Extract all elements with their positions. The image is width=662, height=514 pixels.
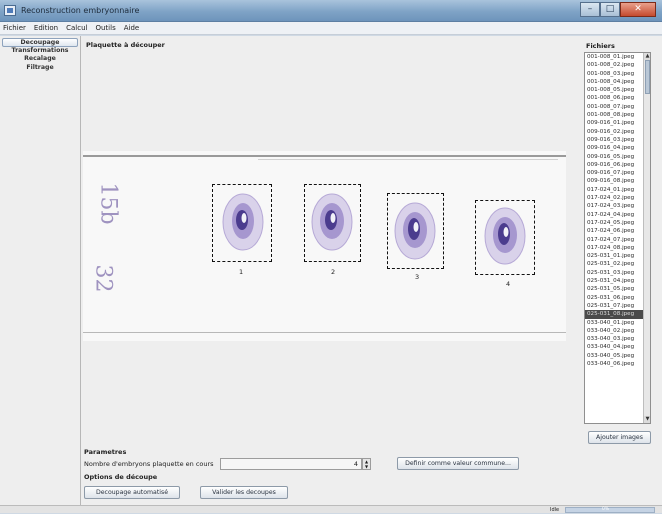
plate-bottom-edge: [83, 332, 566, 333]
file-list-item[interactable]: 009-016_01.jpeg: [585, 119, 650, 127]
files-title: Fichiers: [586, 42, 615, 50]
file-list-item[interactable]: 033-040_01.jpeg: [585, 319, 650, 327]
tab-recalage[interactable]: Recalage: [2, 55, 78, 64]
close-button[interactable]: ✕: [620, 2, 656, 17]
progress-bar: 0%: [565, 507, 655, 513]
menu-fichier[interactable]: Fichier: [3, 24, 26, 32]
file-list-item[interactable]: 025-031_08.jpeg: [585, 310, 650, 319]
file-list-item[interactable]: 001-008_04.jpeg: [585, 78, 650, 86]
scroll-thumb[interactable]: [645, 60, 650, 94]
menu-outils[interactable]: Outils: [95, 24, 115, 32]
embryos-count-field[interactable]: 4: [220, 458, 362, 470]
file-list-item[interactable]: 033-040_04.jpeg: [585, 343, 650, 351]
file-list-item[interactable]: 017-024_04.jpeg: [585, 211, 650, 219]
embryos-count-spinner[interactable]: ▲ ▼: [362, 458, 371, 470]
crop-number-3: 3: [415, 273, 420, 281]
embryos-count-value: 4: [353, 460, 358, 468]
options-title: Options de découpe: [84, 473, 158, 481]
sidebar: Decoupage Transformations Recalage Filtr…: [0, 36, 81, 505]
menu-edition[interactable]: Edition: [34, 24, 58, 32]
file-list-item[interactable]: 009-016_05.jpeg: [585, 153, 650, 161]
handwritten-label-1: 15b: [95, 182, 121, 225]
file-list-item[interactable]: 025-031_07.jpeg: [585, 302, 650, 310]
file-list-item[interactable]: 017-024_01.jpeg: [585, 186, 650, 194]
embryos-count-label: Nombre d'embryons plaquette en cours: [84, 460, 214, 468]
file-list-item[interactable]: 001-008_07.jpeg: [585, 103, 650, 111]
file-list-item[interactable]: 033-040_03.jpeg: [585, 335, 650, 343]
file-list-item[interactable]: 025-031_03.jpeg: [585, 269, 650, 277]
file-list-item[interactable]: 009-016_06.jpeg: [585, 161, 650, 169]
params-title: Parametres: [84, 448, 127, 456]
plate-image: 15b 32 1 2 3 4: [83, 151, 566, 341]
tab-decoupage[interactable]: Decoupage: [2, 38, 78, 47]
spinner-down-icon[interactable]: ▼: [363, 464, 370, 469]
crop-number-4: 4: [506, 280, 511, 288]
file-list-item[interactable]: 001-008_08.jpeg: [585, 111, 650, 119]
embryo-section: [394, 202, 436, 260]
file-list-item[interactable]: 001-008_05.jpeg: [585, 86, 650, 94]
status-bar: Idle 0%: [0, 505, 662, 513]
file-list-item[interactable]: 017-024_06.jpeg: [585, 227, 650, 235]
window-controls: – □ ✕: [580, 2, 656, 17]
file-list-item[interactable]: 033-040_05.jpeg: [585, 352, 650, 360]
crop-number-2: 2: [331, 268, 336, 276]
file-items: 001-008_01.jpeg 001-008_02.jpeg 001-008_03…: [585, 53, 650, 368]
set-common-value-button[interactable]: Definir comme valeur commune...: [397, 457, 519, 470]
file-list-item[interactable]: 033-040_06.jpeg: [585, 360, 650, 368]
file-list-item[interactable]: 009-016_02.jpeg: [585, 128, 650, 136]
embryo-section: [311, 193, 353, 251]
file-list-item[interactable]: 017-024_07.jpeg: [585, 236, 650, 244]
file-list-item[interactable]: 001-008_03.jpeg: [585, 70, 650, 78]
tab-transformations[interactable]: Transformations: [2, 47, 78, 56]
plate-top-edge: [83, 155, 566, 157]
plate-stain: [258, 159, 558, 160]
file-list-item[interactable]: 025-031_01.jpeg: [585, 252, 650, 260]
file-list-item[interactable]: 017-024_08.jpeg: [585, 244, 650, 252]
file-list-item[interactable]: 017-024_05.jpeg: [585, 219, 650, 227]
window-title: Reconstruction embryonnaire: [21, 6, 140, 15]
tab-filtrage[interactable]: Filtrage: [2, 64, 78, 73]
file-list-item[interactable]: 025-031_02.jpeg: [585, 260, 650, 268]
file-list-item[interactable]: 017-024_03.jpeg: [585, 202, 650, 210]
file-list-item[interactable]: 025-031_05.jpeg: [585, 285, 650, 293]
file-list-item[interactable]: 009-016_08.jpeg: [585, 177, 650, 185]
file-list-item[interactable]: 025-031_06.jpeg: [585, 294, 650, 302]
validate-crops-button[interactable]: Valider les decoupes: [200, 486, 288, 499]
file-list-item[interactable]: 009-016_04.jpeg: [585, 144, 650, 152]
scroll-up-icon[interactable]: ▲: [644, 53, 650, 60]
menu-aide[interactable]: Aide: [124, 24, 139, 32]
auto-crop-button[interactable]: Decoupage automatisé: [84, 486, 180, 499]
file-list[interactable]: 001-008_01.jpeg 001-008_02.jpeg 001-008_03…: [584, 52, 651, 424]
file-list-item[interactable]: 025-031_04.jpeg: [585, 277, 650, 285]
file-list-item[interactable]: 017-024_02.jpeg: [585, 194, 650, 202]
app-icon: [4, 5, 16, 16]
file-list-item[interactable]: 001-008_06.jpeg: [585, 94, 650, 102]
minimize-button[interactable]: –: [580, 2, 600, 17]
file-list-item[interactable]: 009-016_07.jpeg: [585, 169, 650, 177]
scroll-down-icon[interactable]: ▼: [644, 416, 650, 423]
file-list-item[interactable]: 001-008_02.jpeg: [585, 61, 650, 69]
file-list-scrollbar[interactable]: ▲ ▼: [643, 53, 650, 423]
file-list-item[interactable]: 001-008_01.jpeg: [585, 53, 650, 61]
embryo-section: [484, 207, 526, 265]
title-bar: Reconstruction embryonnaire – □ ✕: [0, 0, 662, 22]
add-images-button[interactable]: Ajouter images: [588, 431, 651, 444]
menu-calcul[interactable]: Calcul: [66, 24, 87, 32]
menu-bar: Fichier Edition Calcul Outils Aide: [0, 22, 662, 35]
embryo-section: [222, 193, 264, 251]
file-list-item[interactable]: 033-040_02.jpeg: [585, 327, 650, 335]
plate-title: Plaquette à découper: [86, 41, 165, 49]
crop-number-1: 1: [239, 268, 244, 276]
file-list-item[interactable]: 009-016_03.jpeg: [585, 136, 650, 144]
maximize-button[interactable]: □: [600, 2, 620, 17]
progress-text: 0%: [602, 507, 610, 512]
handwritten-label-2: 32: [90, 264, 116, 293]
